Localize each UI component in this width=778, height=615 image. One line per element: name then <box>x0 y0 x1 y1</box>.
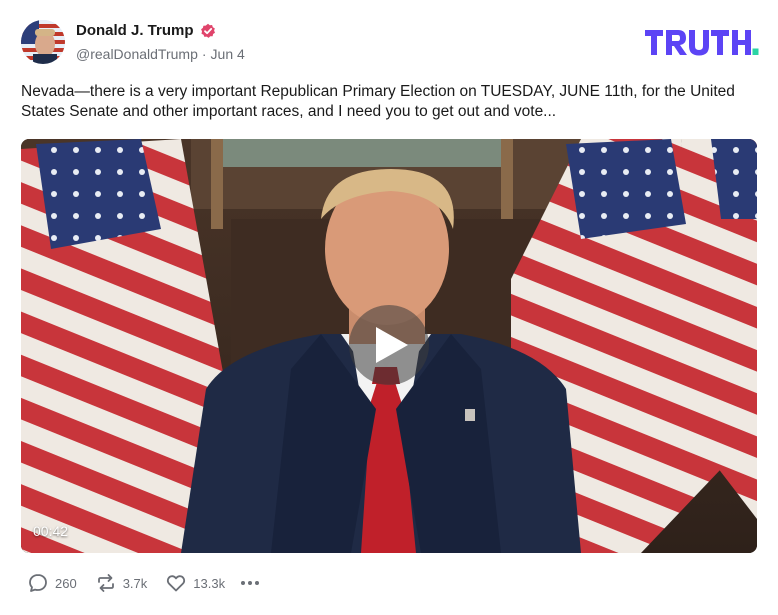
video-player[interactable]: 00:42 <box>21 139 757 553</box>
like-count: 13.3k <box>193 575 226 591</box>
post-actions: 260 3.7k 13.3k <box>27 572 260 594</box>
author-handle[interactable]: @realDonaldTrump <box>76 46 198 62</box>
meta-separator: · <box>201 46 207 62</box>
post-text: Nevada—there is a very important Republi… <box>21 83 735 120</box>
like-button[interactable]: 13.3k <box>165 572 225 594</box>
author-display-name[interactable]: Donald J. Trump <box>76 22 194 39</box>
author-meta-row: @realDonaldTrump · Jun 4 <box>76 46 245 62</box>
retruth-count: 3.7k <box>122 575 148 591</box>
more-icon[interactable] <box>241 572 260 594</box>
reply-count: 260 <box>55 575 77 591</box>
retruth-icon <box>97 574 114 592</box>
video-duration: 00:42 <box>33 523 69 539</box>
truth-logo[interactable] <box>643 28 759 58</box>
truth-post: Donald J. Trump @realDonaldTrump · Jun 4 <box>0 0 778 615</box>
more-dot <box>248 581 253 585</box>
reply-button[interactable]: 260 <box>27 572 77 594</box>
verified-icon <box>200 23 216 39</box>
author-name-row: Donald J. Trump <box>76 22 216 39</box>
play-button[interactable] <box>349 305 429 385</box>
like-icon <box>167 575 186 592</box>
more-dot <box>255 581 260 585</box>
avatar[interactable] <box>21 20 65 64</box>
post-date[interactable]: Jun 4 <box>211 46 245 62</box>
play-icon <box>376 327 408 363</box>
reply-icon <box>29 574 47 592</box>
retruth-button[interactable]: 3.7k <box>95 572 148 594</box>
more-dot <box>241 581 246 585</box>
